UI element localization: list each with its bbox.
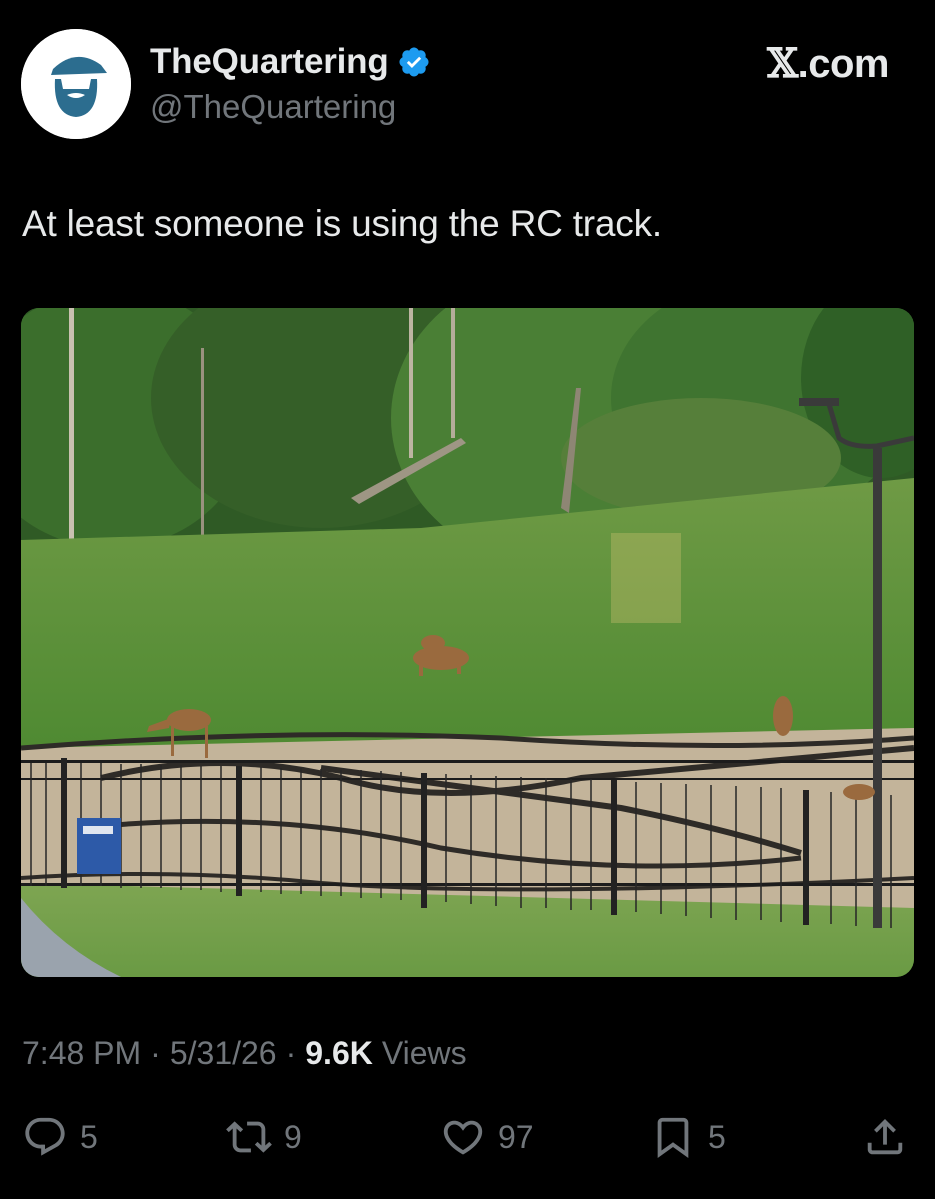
avatar[interactable] xyxy=(21,29,131,139)
author-handle[interactable]: @TheQuartering xyxy=(150,88,396,126)
action-bar: 5 9 97 5 xyxy=(0,1112,935,1162)
views-label[interactable]: Views xyxy=(382,1035,467,1072)
reply-button[interactable]: 5 xyxy=(22,1112,98,1162)
meta-separator: · xyxy=(150,1035,161,1071)
bearded-man-logo-icon xyxy=(21,29,131,139)
meta-separator: · xyxy=(285,1035,297,1071)
bookmark-count: 5 xyxy=(708,1118,726,1155)
tweet-photo[interactable] xyxy=(21,308,914,977)
repost-icon xyxy=(226,1121,272,1153)
views-count[interactable]: 9.6K xyxy=(305,1035,373,1072)
reply-icon xyxy=(25,1117,65,1156)
tweet-meta: 7:48 PM · 5/31/26 · 9.6K Views xyxy=(22,1035,467,1072)
reply-count: 5 xyxy=(80,1118,98,1155)
repost-count: 9 xyxy=(284,1118,302,1155)
share-icon xyxy=(867,1118,903,1155)
bookmark-button[interactable]: 5 xyxy=(650,1112,726,1162)
photo-deer-rc-track-icon xyxy=(21,308,914,977)
author-name-row: TheQuartering xyxy=(150,40,431,84)
bookmark-icon xyxy=(657,1117,689,1158)
site-label: 𝕏.com xyxy=(767,40,889,87)
like-button[interactable]: 97 xyxy=(440,1112,534,1162)
like-count: 97 xyxy=(498,1118,534,1155)
display-name[interactable]: TheQuartering xyxy=(150,42,389,82)
repost-button[interactable]: 9 xyxy=(226,1112,302,1162)
site-suffix: .com xyxy=(797,42,890,86)
tweet-date[interactable]: 5/31/26 xyxy=(170,1035,277,1072)
share-button[interactable] xyxy=(862,1112,908,1162)
x-logo-icon: 𝕏 xyxy=(767,40,798,87)
verified-badge-icon xyxy=(399,47,429,77)
tweet-text: At least someone is using the RC track. xyxy=(22,203,662,244)
heart-icon xyxy=(443,1120,483,1155)
tweet-time[interactable]: 7:48 PM xyxy=(22,1035,141,1072)
